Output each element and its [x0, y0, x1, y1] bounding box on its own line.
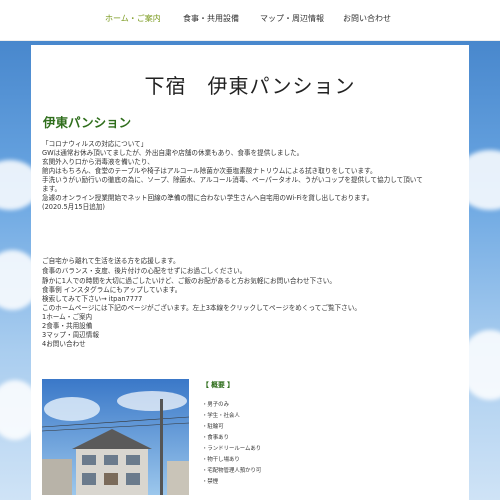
overview-item: ・学生・社会人 — [202, 413, 240, 419]
house-photo — [42, 379, 189, 495]
page-link-home: 1ホーム・ご案内 — [42, 313, 93, 321]
notice-line: 急遽のオンライン授業開始でネット回線の準備の間に合わない学生さんへ自宅用のWi-… — [42, 194, 374, 202]
overview-item: ・宅配物管理人預かり可 — [202, 468, 262, 474]
notice-line: GWは通常お休み頂いてましたが、外出自粛や店舗の休業もあり、食事を提供しました。 — [42, 149, 304, 157]
intro-line: 検索してみて下さい→ itpan7777 — [42, 295, 143, 303]
intro-line: 食事例 インスタグラムにもアップしています。 — [42, 286, 182, 294]
page-title: 下宿 伊東パンション — [144, 74, 356, 98]
notice-date: (2020.5月15日追加) — [42, 203, 105, 211]
notice-line: 玄関外入り口から消毒液を備いたり、 — [42, 158, 154, 166]
page-link-map: 3マップ・周辺情報 — [42, 331, 99, 339]
nav-item-home[interactable]: ホーム・ご案内 — [105, 13, 161, 24]
top-navigation: ホーム・ご案内 食事・共用設備 マップ・周辺情報 お問い合わせ — [0, 0, 500, 41]
overview-item: ・男子のみ — [202, 402, 229, 408]
overview-item: ・物干し場あり — [202, 457, 240, 463]
intro-line: このホームページには下記のページがございます。左上3本線をクリックしてページをめ… — [42, 304, 361, 312]
nav-item-contact[interactable]: お問い合わせ — [343, 13, 391, 24]
nav-item-meals-facilities[interactable]: 食事・共用設備 — [183, 13, 239, 24]
notice-line: 館内はもちろん、食堂のテーブルや椅子はアルコール除菌か次亜塩素酸ナトリウムによる… — [42, 167, 377, 175]
main-content-panel: 下宿 伊東パンション 伊東パンション 「コロナウィルスの対応について」 GWは通… — [31, 45, 469, 500]
page-link-meals: 2食事・共用設備 — [42, 322, 93, 330]
notice-line: 「コロナウィルスの対応について」 — [42, 140, 148, 148]
overview-item: ・ランドリールームあり — [202, 446, 262, 452]
intro-line: 食事のバランス・支度、後片付けの心配をせずにお過ごしください。 — [42, 267, 247, 275]
intro-line: 静かに1人での時間を大切に過ごしたいけど、ご飯のお配があると方お気軽にお問い合わ… — [42, 277, 336, 285]
page-link-contact: 4お問い合わせ — [42, 340, 86, 348]
notice-line: ます。 — [42, 185, 62, 193]
overview-item: ・食事あり — [202, 435, 229, 441]
intro-line: ご自宅から離れて生活を送る方を応援します。 — [42, 257, 180, 265]
overview-title: 【 概要 】 — [202, 381, 234, 389]
nav-item-map[interactable]: マップ・周辺情報 — [260, 13, 324, 24]
overview-item: ・駐輪可 — [202, 424, 224, 430]
notice-line: 手洗いうがい励行いの徹底の為に、ソープ、除菌水、アルコール消毒、ペーパータオル、… — [42, 176, 423, 184]
overview-item: ・禁煙 — [202, 479, 219, 485]
section-heading: 伊東パンション — [43, 115, 132, 130]
